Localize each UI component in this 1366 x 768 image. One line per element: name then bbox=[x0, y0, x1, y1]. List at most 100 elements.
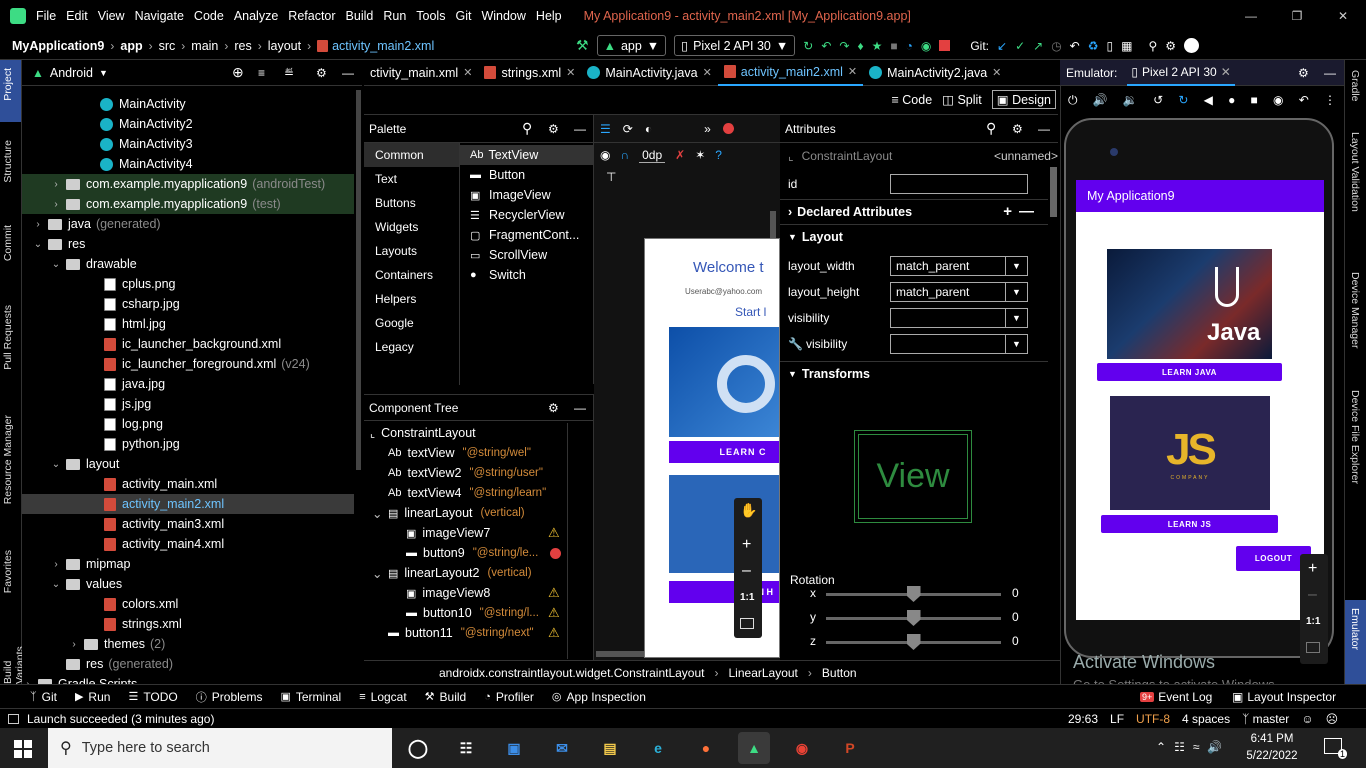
store-icon[interactable]: ▣ bbox=[498, 732, 530, 764]
palette-category[interactable]: Layouts bbox=[364, 239, 459, 263]
back-icon[interactable]: ◀ bbox=[1204, 93, 1213, 107]
project-tree-row[interactable]: ⌄ layout bbox=[22, 454, 354, 474]
frown-icon[interactable]: ☹ bbox=[1326, 712, 1339, 726]
bug-icon[interactable]: ★ bbox=[872, 39, 883, 53]
editor-tab[interactable]: ctivity_main.xml ✕ bbox=[364, 60, 478, 86]
layout-inspector-button[interactable]: ▣ Layout Inspector bbox=[1232, 690, 1336, 704]
powerpoint-icon[interactable]: P bbox=[834, 732, 866, 764]
smile-icon[interactable]: ☺ bbox=[1301, 712, 1313, 726]
menu-help[interactable]: Help bbox=[536, 9, 562, 23]
component-tree-row[interactable]: ⌄ ▤ linearLayout (vertical) bbox=[372, 503, 525, 523]
close-icon[interactable]: ✕ bbox=[703, 66, 712, 79]
gear-icon[interactable]: ⚙ bbox=[1012, 122, 1023, 136]
menu-view[interactable]: View bbox=[98, 9, 125, 23]
sync-gradle-icon[interactable]: ♻ bbox=[1088, 39, 1099, 53]
error-icon[interactable] bbox=[550, 547, 561, 559]
eye-icon[interactable]: ◉ bbox=[600, 148, 610, 162]
designer-breadcrumb-item[interactable]: Button bbox=[822, 666, 857, 680]
chevron-down-icon[interactable]: ⌄ bbox=[372, 566, 388, 581]
overview-icon[interactable]: ■ bbox=[1251, 93, 1258, 107]
breadcrumb-item[interactable]: res bbox=[234, 39, 251, 53]
palette-category[interactable]: Widgets bbox=[364, 215, 459, 239]
menu-build[interactable]: Build bbox=[346, 9, 374, 23]
git-update-icon[interactable]: ↙ bbox=[997, 39, 1007, 53]
declared-attributes-section[interactable]: › Declared Attributes + — bbox=[780, 199, 1048, 223]
image-view-8[interactable] bbox=[669, 475, 779, 573]
menu-refactor[interactable]: Refactor bbox=[288, 9, 335, 23]
project-view-select[interactable]: Android bbox=[50, 66, 93, 80]
hammer-icon[interactable]: ⚒ bbox=[576, 37, 589, 54]
rotation-value[interactable]: 0 bbox=[1012, 610, 1019, 624]
start-button[interactable] bbox=[14, 740, 32, 758]
vertical-scrollbar[interactable] bbox=[356, 90, 361, 470]
chevron-right-icon[interactable]: › bbox=[68, 639, 80, 650]
zoom-actual-button[interactable]: 1:1 bbox=[1306, 616, 1320, 627]
tool-tab-commit[interactable]: Commit bbox=[2, 225, 14, 261]
chevron-down-icon[interactable]: ▼ bbox=[99, 68, 108, 78]
component-tree-row[interactable]: Ab textView "@string/wel" bbox=[388, 443, 531, 463]
avd-manager-icon[interactable]: ▯ bbox=[1107, 39, 1114, 53]
close-icon[interactable]: ✕ bbox=[848, 65, 857, 78]
search-icon[interactable]: ⚲ bbox=[522, 120, 532, 137]
volume-up-icon[interactable]: 🔊 bbox=[1093, 93, 1108, 107]
rotate-left-icon[interactable]: ↺ bbox=[1153, 93, 1163, 107]
palette-category[interactable]: Helpers bbox=[364, 287, 459, 311]
gear-icon[interactable]: ⚙ bbox=[548, 401, 559, 415]
edge-icon[interactable]: e bbox=[642, 732, 674, 764]
theme-icon[interactable]: ◐ bbox=[645, 122, 652, 136]
minimize-button[interactable]: — bbox=[1228, 9, 1274, 23]
learn-java-button[interactable]: LEARN JAVA bbox=[1097, 363, 1282, 381]
line-separator[interactable]: LF bbox=[1110, 712, 1124, 726]
clear-constraints-icon[interactable]: ✗ bbox=[675, 148, 685, 162]
tool-tab-layout-validation[interactable]: Layout Validation bbox=[1349, 132, 1361, 212]
tool-profiler[interactable]: ◔ Profiler bbox=[484, 690, 534, 704]
indent-setting[interactable]: 4 spaces bbox=[1182, 712, 1230, 726]
maximize-button[interactable]: ❐ bbox=[1274, 9, 1320, 23]
palette-category[interactable]: Google bbox=[364, 311, 459, 335]
component-tree-row[interactable]: ⌄ ▤ linearLayout2 (vertical) bbox=[372, 563, 532, 583]
error-icon[interactable] bbox=[722, 123, 734, 134]
tool-build[interactable]: ⚒ Build bbox=[425, 690, 467, 704]
editor-tab[interactable]: strings.xml ✕ bbox=[478, 60, 581, 86]
layout-width-select[interactable]: match_parent ▼ bbox=[890, 256, 1028, 276]
js-image[interactable]: JS COMPANY bbox=[1110, 396, 1270, 510]
palette-item[interactable]: ▣ ImageView bbox=[460, 185, 594, 205]
more-vert-icon[interactable]: ⋮ bbox=[1324, 93, 1336, 107]
menu-code[interactable]: Code bbox=[194, 9, 224, 23]
warning-icon[interactable]: ⚠ bbox=[548, 525, 560, 541]
firefox-icon[interactable]: ● bbox=[690, 732, 722, 764]
component-tree-row[interactable]: ▬ button10 "@string/l... ⚠ bbox=[406, 603, 560, 623]
locate-icon[interactable]: ⊕ bbox=[232, 64, 244, 81]
rotate-right-icon[interactable]: ↻ bbox=[1178, 93, 1188, 107]
breadcrumb-item[interactable]: main bbox=[191, 39, 218, 53]
wifi-icon[interactable]: ≈ bbox=[1193, 740, 1200, 754]
profile-icon[interactable]: ◔ bbox=[906, 39, 913, 53]
component-tree-row[interactable]: ▬ button11 "@string/next" ⚠ bbox=[388, 623, 560, 643]
slider-thumb[interactable] bbox=[906, 586, 921, 602]
emulator-device-tab[interactable]: ▯ Pixel 2 API 30 ✕ bbox=[1127, 60, 1235, 86]
palette-category[interactable]: Buttons bbox=[364, 191, 459, 215]
project-tree-row[interactable]: › java (generated) bbox=[22, 214, 354, 234]
menu-run[interactable]: Run bbox=[383, 9, 406, 23]
welcome-text[interactable]: Welcome t bbox=[693, 259, 764, 276]
menu-navigate[interactable]: Navigate bbox=[135, 9, 184, 23]
project-tree-row[interactable]: ⌄ values bbox=[22, 574, 354, 594]
project-tree-row[interactable]: cplus.png bbox=[22, 274, 354, 294]
project-tree-row[interactable]: log.png bbox=[22, 414, 354, 434]
split-mode-button[interactable]: ◫ Split bbox=[942, 92, 982, 107]
gear-icon[interactable]: ⚙ bbox=[1298, 66, 1309, 80]
palette-item[interactable]: ▭ ScrollView bbox=[460, 245, 594, 265]
status-window-icon[interactable] bbox=[8, 713, 19, 724]
gear-icon[interactable]: ⚙ bbox=[548, 122, 559, 136]
hide-panel-icon[interactable]: — bbox=[342, 66, 354, 80]
image-view-7[interactable] bbox=[669, 327, 779, 437]
tool-tab-gradle[interactable]: Gradle bbox=[1349, 70, 1361, 102]
button-9[interactable]: LEARN C bbox=[669, 441, 779, 463]
project-tree-row[interactable]: js.jpg bbox=[22, 394, 354, 414]
project-tree-row[interactable]: activity_main3.xml bbox=[22, 514, 354, 534]
project-tree-row[interactable]: csharp.jpg bbox=[22, 294, 354, 314]
android-studio-taskbar-icon[interactable]: ▲ bbox=[738, 732, 770, 764]
code-mode-button[interactable]: ≡ Code bbox=[891, 93, 932, 107]
zoom-fit-button[interactable] bbox=[1306, 642, 1320, 653]
notification-button[interactable]: 1 bbox=[1324, 738, 1347, 759]
